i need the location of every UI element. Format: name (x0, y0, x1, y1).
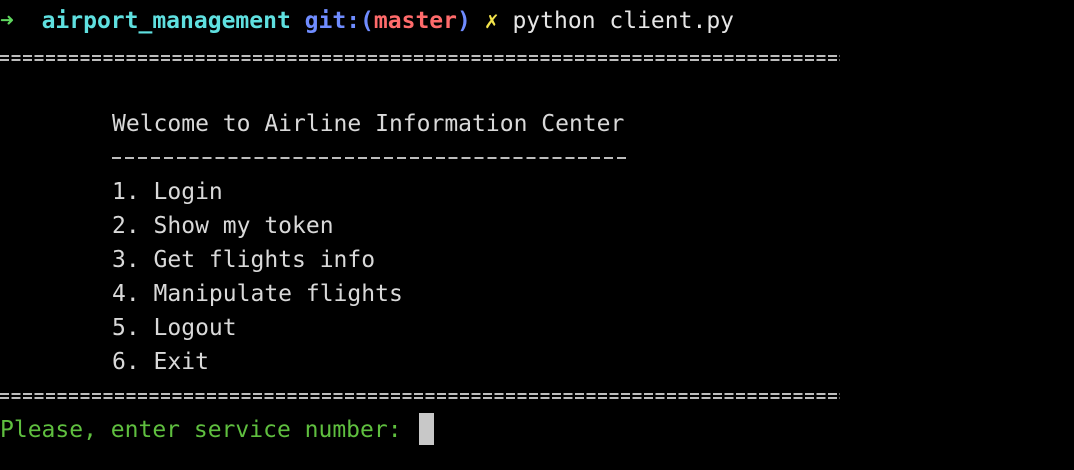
menu-item-get-flights: 3. Get flights info (112, 247, 376, 273)
prompt-dirty-icon: ✗ (484, 8, 499, 34)
shell-prompt-line: ➜ airport_management git:(master) ✗ pyth… (0, 4, 734, 38)
menu-item-exit: 6. Exit (112, 349, 209, 375)
prompt-directory: airport_management (41, 8, 291, 34)
menu-dash-rule (112, 157, 630, 159)
prompt-git-prefix: git:( (304, 8, 374, 34)
separator-bottom (0, 392, 840, 400)
menu-item-login: 1. Login (112, 179, 223, 205)
service-number-prompt: Please, enter service number: (0, 417, 416, 443)
prompt-git-suffix: ) (457, 8, 471, 34)
separator-top (0, 54, 840, 62)
menu-item-show-token: 2. Show my token (112, 213, 334, 239)
terminal-cursor[interactable] (419, 413, 434, 445)
menu-title: Welcome to Airline Information Center (112, 111, 625, 137)
menu-item-manipulate-flights: 4. Manipulate flights (112, 281, 403, 307)
prompt-command: python client.py (512, 8, 735, 34)
terminal-window[interactable]: ➜ airport_management git:(master) ✗ pyth… (0, 0, 1074, 470)
menu-item-logout: 5. Logout (112, 315, 237, 341)
prompt-arrow-icon: ➜ (0, 8, 14, 34)
prompt-git-branch: master (373, 8, 458, 34)
